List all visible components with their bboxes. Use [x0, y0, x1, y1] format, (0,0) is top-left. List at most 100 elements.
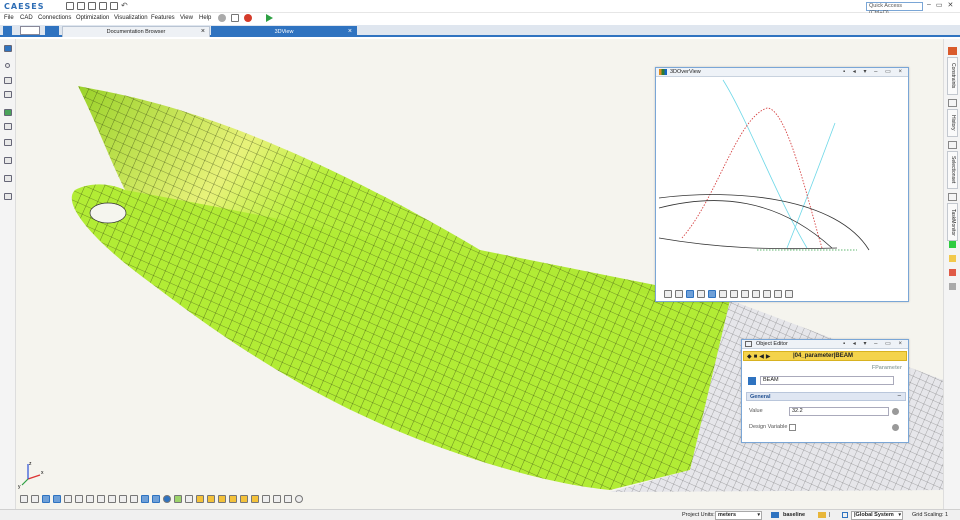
object-editor-controls[interactable]: ▪ ◂ ▾ – ▭ ×	[843, 340, 905, 348]
restore-button[interactable]: ▭	[936, 1, 943, 9]
grid-icon[interactable]	[774, 290, 782, 298]
patch-icon[interactable]	[4, 123, 12, 130]
menu-features[interactable]: Features	[151, 15, 175, 21]
object-name-field[interactable]: BEAM	[760, 376, 894, 385]
value-field[interactable]: 32.2	[789, 407, 889, 416]
project-units-select[interactable]: meters ▾	[715, 511, 762, 520]
copy-icon[interactable]	[231, 14, 239, 22]
measure-icon[interactable]	[97, 495, 105, 503]
camera-side-icon[interactable]	[240, 495, 248, 503]
rotate-icon[interactable]	[697, 290, 705, 298]
save-as-icon[interactable]	[110, 2, 118, 10]
object-editor-panel[interactable]: Object Editor ▪ ◂ ▾ – ▭ × ◆■◀▶ |04_param…	[741, 339, 909, 443]
design-variable-checkbox[interactable]	[789, 424, 796, 431]
tab-3dview[interactable]: 3DView ×	[211, 26, 357, 37]
menu-visualization[interactable]: Visualization	[114, 15, 148, 21]
tab-history[interactable]: History	[947, 109, 958, 137]
open-file-icon[interactable]	[77, 2, 85, 10]
nav-arrows-icon[interactable]: ◆■◀▶	[747, 353, 772, 360]
design-variable-info-icon[interactable]	[892, 424, 899, 431]
pan-icon[interactable]	[708, 290, 716, 298]
fit-icon[interactable]	[730, 290, 738, 298]
run-icon[interactable]	[266, 14, 273, 22]
menu-connections[interactable]: Connections	[38, 15, 71, 21]
stop-icon[interactable]	[244, 14, 252, 22]
mesh-icon[interactable]	[4, 175, 12, 182]
save-icon[interactable]	[99, 2, 107, 10]
tab-documentation-browser[interactable]: Documentation Browser ×	[62, 26, 210, 37]
cube-icon[interactable]	[785, 290, 793, 298]
screenshot-icon[interactable]	[31, 495, 39, 503]
section-collapse-icon[interactable]: –	[898, 393, 901, 399]
tab-close-icon[interactable]: ×	[201, 27, 205, 37]
baseline-label[interactable]: baseline	[783, 512, 805, 518]
status-gray-swatch[interactable]	[949, 283, 956, 290]
menu-file[interactable]: File	[4, 15, 14, 21]
walk-icon[interactable]	[196, 495, 204, 503]
tab-close-icon[interactable]: ×	[348, 27, 352, 37]
status-green-swatch[interactable]	[949, 241, 956, 248]
pan-icon[interactable]	[64, 495, 72, 503]
camera-top-icon[interactable]	[251, 495, 259, 503]
layers-icon[interactable]	[4, 193, 12, 200]
new-file-icon[interactable]	[66, 2, 74, 10]
browse-icon[interactable]	[4, 45, 12, 52]
perspective-icon[interactable]	[141, 495, 149, 503]
delete-icon[interactable]	[763, 290, 771, 298]
curve-icon[interactable]	[4, 109, 12, 116]
menu-help[interactable]: Help	[199, 15, 211, 21]
measure-icon[interactable]	[741, 290, 749, 298]
copy-icon[interactable]	[752, 290, 760, 298]
point-icon[interactable]	[5, 63, 10, 68]
volume-icon[interactable]	[4, 139, 12, 146]
folder-icon[interactable]	[3, 26, 12, 35]
tab-taskmonitor[interactable]: TaskMonitor	[947, 203, 958, 241]
settings-icon[interactable]	[88, 2, 96, 10]
overview-panel[interactable]: 3DOverView ▪ ◂ ▾ – ▭ ×	[655, 67, 909, 302]
copy-icon[interactable]	[108, 495, 116, 503]
project-folder-icon[interactable]	[45, 26, 59, 36]
light-icon[interactable]	[152, 495, 160, 503]
close-window-button[interactable]: ✕	[948, 1, 954, 9]
view-icon[interactable]	[664, 290, 672, 298]
value-info-icon[interactable]	[892, 408, 899, 415]
undo-icon[interactable]: ↶	[121, 2, 129, 10]
info-icon[interactable]	[163, 495, 171, 503]
orbit-icon[interactable]	[218, 495, 226, 503]
table-icon[interactable]	[284, 495, 292, 503]
help-icon[interactable]	[218, 14, 226, 22]
line-icon[interactable]	[4, 157, 12, 164]
screenshot-icon[interactable]	[675, 290, 683, 298]
fit-icon[interactable]	[86, 495, 94, 503]
delete-icon[interactable]	[119, 495, 127, 503]
shading-icon[interactable]	[185, 495, 193, 503]
search-icon[interactable]	[295, 495, 303, 503]
quick-access-input[interactable]: Quick Access (Ctrl+Q)	[866, 2, 923, 16]
select-icon[interactable]	[42, 495, 50, 503]
menu-view[interactable]: View	[180, 15, 193, 21]
status-yellow-swatch[interactable]	[949, 255, 956, 262]
zoom-icon[interactable]	[719, 290, 727, 298]
menu-cad[interactable]: CAD	[20, 15, 33, 21]
tab-selectionset[interactable]: Selectionset	[947, 151, 958, 189]
layout-dropdown[interactable]	[20, 26, 40, 35]
status-red-swatch[interactable]	[949, 269, 956, 276]
zoom-icon[interactable]	[75, 495, 83, 503]
cube-icon[interactable]	[130, 495, 138, 503]
capture-icon[interactable]	[273, 495, 281, 503]
pen-icon[interactable]	[4, 77, 12, 84]
surface-icon[interactable]	[4, 91, 12, 98]
overview-controls[interactable]: ▪ ◂ ▾ – ▭ ×	[843, 68, 905, 76]
fly-icon[interactable]	[207, 495, 215, 503]
lock-icon[interactable]	[174, 495, 182, 503]
camera-front-icon[interactable]	[229, 495, 237, 503]
select-icon[interactable]	[686, 290, 694, 298]
general-section-header[interactable]: General –	[746, 392, 906, 401]
view-icon[interactable]	[20, 495, 28, 503]
slice-icon[interactable]	[262, 495, 270, 503]
rotate-icon[interactable]	[53, 495, 61, 503]
minimize-button[interactable]: –	[927, 1, 931, 9]
overview-canvas[interactable]	[657, 78, 909, 288]
coord-system-select[interactable]: |Global System ▾	[851, 511, 903, 520]
menu-optimization[interactable]: Optimization	[76, 15, 109, 21]
